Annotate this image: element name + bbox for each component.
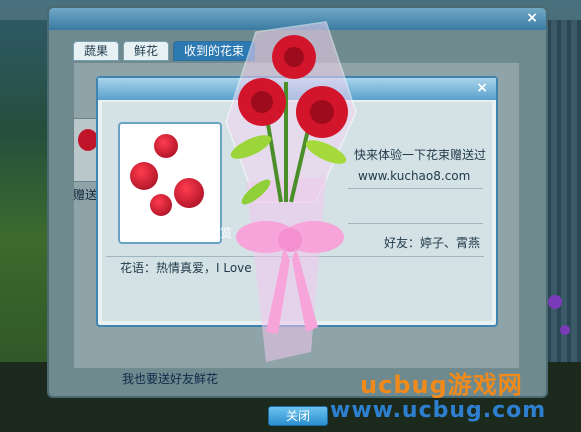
website-text: www.kuchao8.com — [358, 169, 471, 183]
tab-flowers[interactable]: 鲜花 — [123, 41, 170, 61]
ribbon-knot — [278, 228, 302, 252]
purple-flower — [548, 295, 562, 309]
rose-center — [284, 47, 304, 67]
close-button[interactable]: 关闭 — [268, 406, 328, 426]
watermark-brand: ucbug游戏网 — [360, 371, 523, 399]
tab-vegetables[interactable]: 蔬果 — [73, 41, 120, 61]
purple-flower — [560, 325, 570, 335]
rose-center — [251, 91, 273, 113]
rose-icon — [150, 194, 172, 216]
rose-icon — [154, 134, 178, 158]
close-icon[interactable]: × — [476, 80, 488, 96]
rose-bouquet-illustration — [225, 21, 357, 362]
rose-icon — [130, 162, 158, 190]
rose-center — [310, 100, 334, 124]
rose-icon — [78, 129, 98, 151]
friends-label: 好友：婷子、霄燕 — [384, 236, 481, 250]
watermark-url: www.ucbug.com — [330, 398, 547, 423]
gift-label: 赠送 — [73, 188, 98, 202]
close-icon[interactable]: × — [526, 10, 538, 26]
